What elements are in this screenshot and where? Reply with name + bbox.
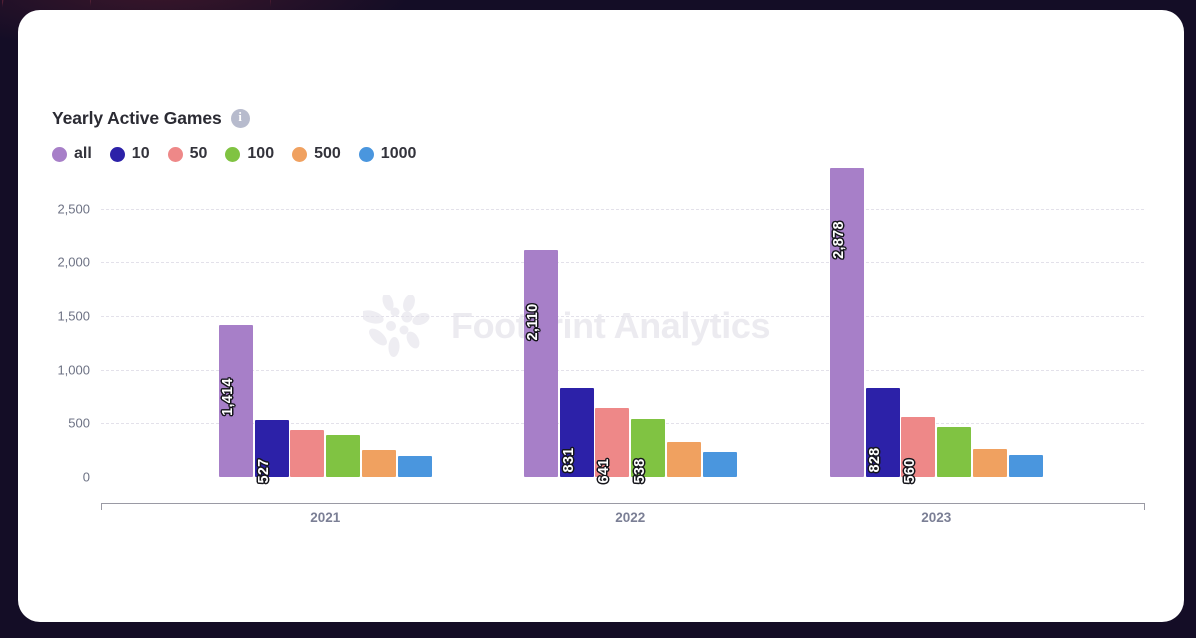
bar-value-label: 2,110 — [525, 303, 541, 341]
bar[interactable]: 538 — [631, 419, 666, 484]
bar-value-label: 828 — [866, 447, 883, 473]
bars-layer: 1,414 527 2,110 831 641 538 2,878 828 560 — [18, 10, 1184, 622]
bar[interactable]: 527 — [254, 420, 289, 484]
bar-value-label: 1,414 — [220, 378, 236, 417]
bar[interactable] — [666, 442, 701, 477]
bar-value-label: 560 — [902, 458, 919, 484]
bar[interactable] — [361, 450, 396, 477]
bar[interactable] — [937, 427, 972, 477]
bar[interactable] — [1008, 455, 1043, 477]
bar[interactable]: 831 — [559, 387, 594, 477]
bar-value-label: 2,878 — [831, 221, 847, 259]
x-tick-label: 2023 — [921, 510, 952, 525]
bar[interactable]: 2,878 — [830, 167, 864, 477]
bar-value-label: 527 — [255, 458, 272, 484]
bar-value-label: 641 — [596, 458, 613, 484]
bar[interactable]: 828 — [865, 388, 900, 477]
bar[interactable] — [326, 435, 361, 477]
bar-value-label: 538 — [632, 458, 649, 484]
bar[interactable]: 1,414 — [219, 325, 253, 477]
bar[interactable] — [702, 452, 737, 477]
bar[interactable]: 560 — [901, 416, 936, 484]
bar[interactable]: 641 — [595, 408, 630, 484]
x-tick-label: 2021 — [310, 510, 341, 525]
bar[interactable]: 2,110 — [524, 250, 558, 477]
bar[interactable] — [972, 449, 1007, 477]
bar[interactable] — [397, 456, 432, 477]
x-tick-label: 2022 — [615, 510, 646, 525]
bar-value-label: 831 — [560, 447, 577, 473]
chart-plot-area: 0 500 1,000 1,500 2,000 2,500 1,414 527 2,110 83… — [18, 10, 1184, 622]
chart-card: Yearly Active Games i all 10 50 100 500 1000 … — [18, 10, 1184, 622]
bar[interactable] — [290, 430, 325, 477]
